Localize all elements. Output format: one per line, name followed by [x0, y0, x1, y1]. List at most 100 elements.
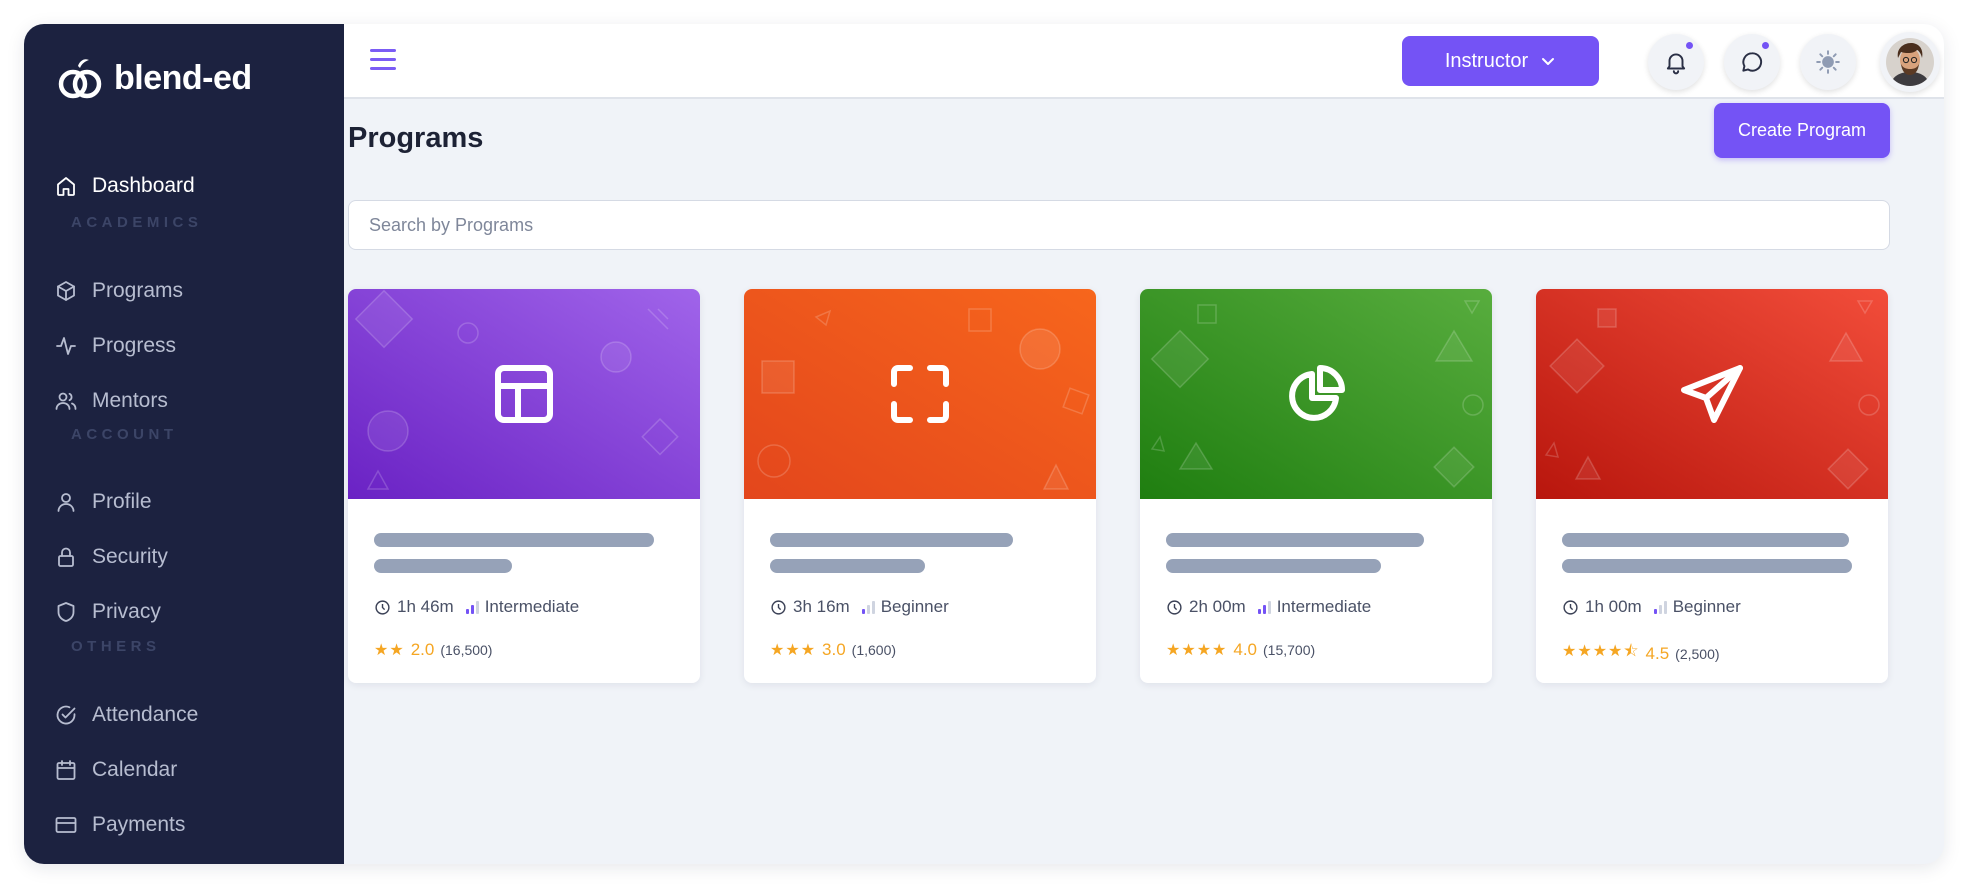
card-banner — [744, 289, 1096, 499]
card-banner — [1536, 289, 1888, 499]
rating-value: 4.0 — [1233, 640, 1258, 659]
chevron-down-icon — [1542, 58, 1555, 65]
bell-icon — [1666, 53, 1686, 75]
card-banner — [1140, 289, 1492, 499]
sidebar-item-security[interactable]: Security — [54, 539, 168, 575]
sidebar: blend-ed Dashboard ACADEMICS Programs Pr… — [24, 24, 344, 864]
chat-bubble-icon — [1742, 52, 1763, 72]
activity-icon — [56, 337, 76, 355]
shield-icon — [57, 602, 75, 622]
calendar-icon — [56, 760, 76, 780]
card-meta: 1h 00m Beginner — [1562, 597, 1741, 617]
sidebar-item-label: Privacy — [92, 600, 161, 623]
theme-toggle-button[interactable] — [1800, 34, 1856, 90]
user-icon — [57, 493, 75, 512]
avatar-image — [1886, 38, 1934, 86]
credit-card-icon — [55, 817, 77, 833]
star-rating-icon: ★★★ — [770, 642, 817, 659]
sidebar-item-mentors[interactable]: Mentors — [54, 383, 168, 419]
star-rating-icon: ★★★★⯪ — [1562, 643, 1640, 660]
box-icon — [57, 281, 75, 301]
sidebar-item-label: Progress — [92, 334, 177, 357]
subtitle-placeholder — [770, 559, 925, 573]
sidebar-item-label: Security — [92, 545, 168, 568]
sidebar-item-privacy[interactable]: Privacy — [54, 594, 161, 630]
notification-dot — [1684, 40, 1695, 51]
search-input[interactable] — [348, 200, 1890, 250]
rating-value: 4.5 — [1645, 643, 1670, 663]
star-rating-icon: ★★★★ — [1166, 642, 1228, 659]
level: Beginner — [880, 597, 949, 616]
level-bars-icon — [1653, 600, 1667, 614]
level-bars-icon — [861, 600, 875, 614]
section-label-account: ACCOUNT — [71, 426, 178, 443]
duration: 1h 46m — [397, 597, 454, 616]
users-icon — [55, 392, 77, 410]
sidebar-item-label: Attendance — [92, 703, 199, 726]
sidebar-item-profile[interactable]: Profile — [54, 484, 152, 520]
menu-toggle-icon[interactable] — [370, 49, 396, 71]
card-meta: 3h 16m Beginner — [770, 597, 949, 617]
message-dot — [1760, 40, 1771, 51]
sidebar-item-label: Programs — [92, 279, 184, 302]
subtitle-placeholder — [374, 559, 512, 573]
title-placeholder — [1562, 533, 1849, 547]
subtitle-placeholder — [1166, 559, 1381, 573]
clock-icon — [375, 599, 390, 615]
sun-icon — [1816, 50, 1840, 74]
sidebar-item-programs[interactable]: Programs — [54, 273, 183, 309]
duration: 1h 00m — [1585, 597, 1642, 616]
logo-icon — [58, 59, 102, 99]
rating-count: (1,600) — [851, 642, 897, 658]
sidebar-item-label: Calendar — [92, 758, 178, 781]
card-rating: ★★★★ 4.0 (15,700) — [1166, 640, 1315, 660]
role-switcher-button[interactable]: Instructor — [1402, 36, 1599, 86]
home-icon — [57, 177, 75, 196]
level-bars-icon — [1257, 600, 1271, 614]
clock-icon — [1167, 599, 1182, 615]
messages-button[interactable] — [1724, 34, 1780, 90]
duration: 2h 00m — [1189, 597, 1246, 616]
program-card[interactable]: 1h 00m Beginner ★★★★⯪ 4.5 (2,500) — [1536, 289, 1888, 683]
sidebar-item-progress[interactable]: Progress — [54, 328, 176, 364]
lock-icon — [58, 547, 74, 567]
rating-value: 3.0 — [822, 640, 846, 659]
card-banner — [348, 289, 700, 499]
sidebar-item-calendar[interactable]: Calendar — [54, 752, 177, 788]
title-placeholder — [374, 533, 654, 547]
sidebar-item-payments[interactable]: Payments — [54, 807, 185, 843]
rating-value: 2.0 — [410, 640, 435, 659]
program-card[interactable]: 3h 16m Beginner ★★★ 3.0 (1,600) — [744, 289, 1096, 683]
level: Intermediate — [1276, 597, 1372, 616]
sidebar-item-attendance[interactable]: Attendance — [54, 697, 198, 733]
check-circle-icon — [56, 705, 76, 725]
sidebar-item-label: Dashboard — [92, 174, 195, 197]
sidebar-item-label: Mentors — [92, 389, 168, 412]
pie-chart-icon — [1289, 365, 1345, 421]
frame-corners-icon — [891, 365, 949, 423]
rating-count: (2,500) — [1675, 645, 1720, 662]
card-rating: ★★ 2.0 (16,500) — [374, 640, 492, 660]
page-title: Programs — [348, 122, 484, 154]
star-rating-icon: ★★ — [374, 642, 405, 659]
clock-icon — [1563, 599, 1578, 615]
role-label: Instructor — [1444, 49, 1529, 72]
duration: 3h 16m — [793, 597, 850, 616]
user-avatar[interactable] — [1880, 32, 1940, 92]
sidebar-item-dashboard[interactable]: Dashboard — [54, 168, 195, 204]
rating-count: (16,500) — [440, 642, 493, 658]
notifications-button[interactable] — [1648, 34, 1704, 90]
brand-name: blend-ed — [114, 58, 252, 97]
sidebar-item-label: Profile — [92, 490, 152, 513]
card-rating: ★★★ 3.0 (1,600) — [770, 640, 896, 660]
brand-logo[interactable]: blend-ed — [58, 52, 252, 104]
create-program-button[interactable]: Create Program — [1714, 103, 1890, 158]
rating-count: (15,700) — [1263, 642, 1316, 658]
level: Intermediate — [484, 597, 580, 616]
program-card[interactable]: 2h 00m Intermediate ★★★★ 4.0 (15,700) — [1140, 289, 1492, 683]
title-placeholder — [770, 533, 1013, 547]
title-placeholder — [1166, 533, 1424, 547]
card-meta: 1h 46m Intermediate — [374, 597, 579, 617]
program-card[interactable]: 1h 46m Intermediate ★★ 2.0 (16,500) — [348, 289, 700, 683]
clock-icon — [771, 599, 786, 615]
